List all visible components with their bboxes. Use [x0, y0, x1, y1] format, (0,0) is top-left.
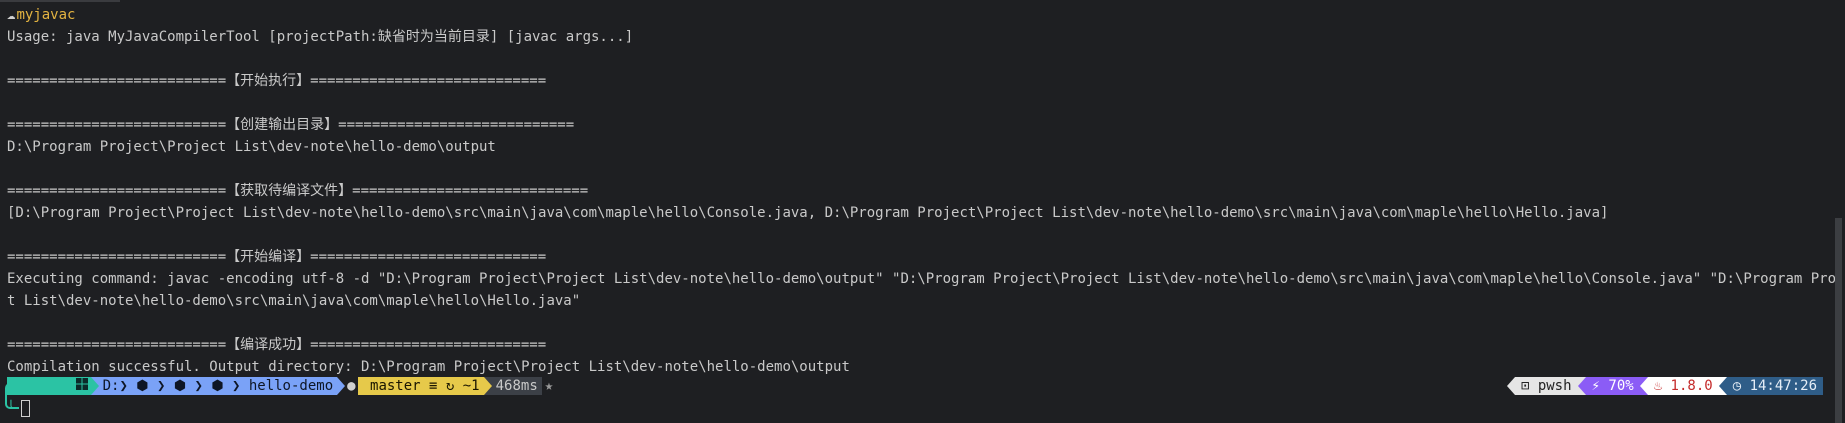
- os-segment: [7, 377, 91, 395]
- java-icon: ♨: [1653, 378, 1671, 394]
- clock-time: 14:47:26: [1749, 378, 1817, 394]
- segment-separator: [1506, 377, 1515, 395]
- folder-icon: ⬢: [211, 378, 232, 394]
- right-prompt: ⊡ pwsh ⚡ 70% ♨ 1.8.0 ◷ 14:47:26: [1506, 375, 1823, 397]
- vertical-scrollbar[interactable]: [1835, 218, 1842, 423]
- chevron-right-icon: ❯: [156, 378, 174, 394]
- segment-separator: [90, 377, 99, 395]
- chevron-right-icon: ❯: [119, 378, 137, 394]
- text-cursor[interactable]: [20, 399, 30, 417]
- output-line: ==========================【编译成功】========…: [7, 337, 547, 353]
- git-segment: master ≡ ↻ ~1: [357, 377, 484, 395]
- clock-icon: ◷: [1732, 378, 1750, 394]
- battery-icon: ⚡: [1591, 378, 1609, 394]
- java-version: 1.8.0: [1670, 378, 1713, 394]
- terminal-title: myjavac: [16, 7, 76, 23]
- window-top-bar: [0, 0, 120, 2]
- battery-level: 70%: [1608, 378, 1634, 394]
- clock-segment: ◷ 14:47:26: [1726, 377, 1823, 395]
- output-line: [D:\Program Project\Project List\dev-not…: [7, 205, 1609, 221]
- duration-segment: 468ms: [491, 377, 542, 395]
- output-line: ==========================【开始执行】========…: [7, 73, 547, 89]
- folder-icon: ⬢: [136, 378, 157, 394]
- shell-prompt: D: ❯ ⬢ ❯ ⬢ ❯ ⬢ ❯ hello-demo ● master ≡ ↻…: [5, 375, 554, 409]
- folder-icon: ⬢: [173, 378, 195, 394]
- execution-time: 468ms: [495, 378, 538, 394]
- output-line: ==========================【创建输出目录】======…: [7, 117, 575, 133]
- segment-separator: [337, 377, 346, 395]
- output-line: Executing command: javac -encoding utf-8…: [7, 271, 1845, 287]
- shell-name: pwsh: [1537, 378, 1572, 394]
- windows-icon: [25, 362, 88, 410]
- segment-separator: [1639, 377, 1648, 395]
- terminal-icon: ⊡: [1520, 378, 1538, 394]
- segment-separator: [483, 377, 492, 395]
- java-segment: ♨ 1.8.0: [1647, 377, 1719, 395]
- input-line[interactable]: ╰: [7, 397, 30, 419]
- segment-separator: [1718, 377, 1727, 395]
- git-branch: master: [370, 378, 421, 394]
- output-line: ==========================【开始编译】========…: [7, 249, 547, 265]
- github-icon: ●: [347, 378, 356, 394]
- cloud-icon: ☁: [7, 7, 16, 23]
- path-segment: D: ❯ ⬢ ❯ ⬢ ❯ ⬢ ❯ hello-demo: [98, 377, 338, 395]
- output-line: D:\Program Project\Project List\dev-note…: [7, 139, 496, 155]
- star-icon: ★: [544, 378, 554, 394]
- output-line: t List\dev-note\hello-demo\src\main\java…: [7, 293, 581, 309]
- prompt-hook-icon: ╰: [7, 400, 15, 416]
- folder-name: hello-demo: [248, 378, 334, 394]
- branch-icon: [362, 378, 370, 394]
- segment-separator: [1577, 377, 1586, 395]
- drive-label: D:: [102, 378, 120, 394]
- chevron-right-icon: ❯: [194, 378, 212, 394]
- shell-segment: ⊡ pwsh: [1514, 377, 1578, 395]
- battery-segment: ⚡ 70%: [1585, 377, 1640, 395]
- terminal-title-line: ☁myjavac: [7, 4, 1825, 26]
- output-line: Usage: java MyJavaCompilerTool [projectP…: [7, 29, 634, 45]
- terminal-output: ☁myjavac Usage: java MyJavaCompilerTool …: [7, 4, 1845, 378]
- chevron-right-icon: ❯: [231, 378, 249, 394]
- git-status: ≡ ↻ ~1: [429, 378, 480, 394]
- output-line: ==========================【获取待编译文件】=====…: [7, 183, 589, 199]
